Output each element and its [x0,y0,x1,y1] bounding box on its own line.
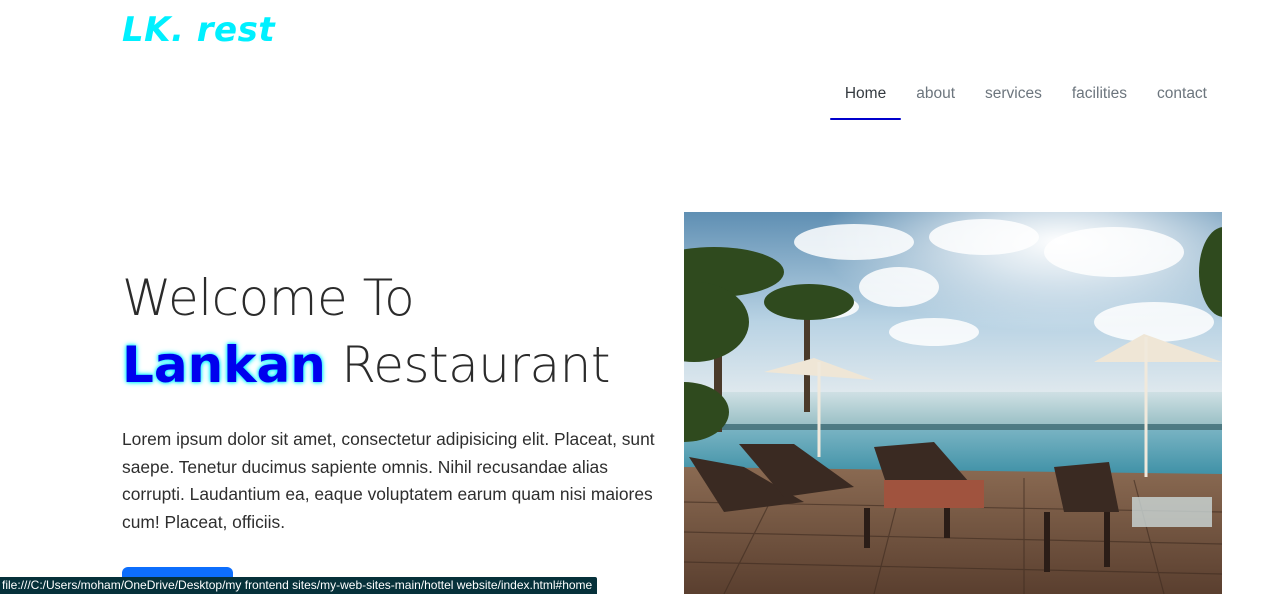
brand-logo[interactable]: LK. rest [122,8,275,52]
main-nav: Home about services facilities contact [829,76,1222,120]
hero-title-accent: Lankan [122,336,326,394]
nav-contact[interactable]: contact [1142,76,1222,112]
page: LK. rest Home about services facilities … [0,0,1286,594]
hero-paragraph: Lorem ipsum dolor sit amet, consectetur … [122,429,655,532]
hero-title-rest: Restaurant [341,336,610,394]
hero-image [684,212,1222,594]
browser-status-url: file:///C:/Users/moham/OneDrive/Desktop/… [0,577,598,594]
nav-about[interactable]: about [901,76,970,112]
hero-title-line2: Lankan Restaurant [122,330,667,400]
nav-services[interactable]: services [970,76,1057,112]
hero-title-line1: Welcome To [122,269,415,327]
nav-facilities[interactable]: facilities [1057,76,1142,112]
hero-text: Welcome To Lankan Restaurant Lorem ipsum… [122,266,667,536]
nav-home[interactable]: Home [829,76,902,120]
